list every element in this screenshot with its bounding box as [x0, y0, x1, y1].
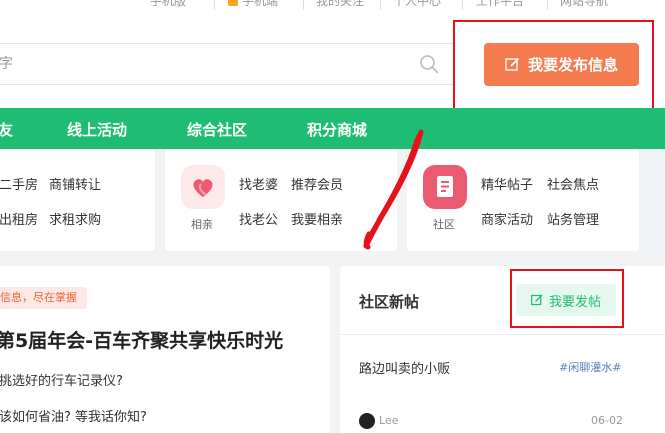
- link-featured-posts[interactable]: 精华帖子: [481, 174, 533, 193]
- news-tag: 信息，尽在掌握: [0, 287, 87, 309]
- topbar-separator: [462, 0, 463, 10]
- nav-item-friends[interactable]: 友: [0, 119, 13, 140]
- edit-icon: [531, 294, 543, 306]
- topbar-separator: [303, 0, 304, 10]
- new-post-button[interactable]: 我要发帖: [516, 284, 616, 316]
- top-bar: 手机版 手机端 我的关注 个人中心 工作平台 网站导航: [0, 0, 665, 20]
- avatar[interactable]: [359, 413, 375, 429]
- topbar-link-sitemap[interactable]: 网站导航: [560, 0, 608, 9]
- topbar-separator: [214, 0, 215, 10]
- news-headline[interactable]: 第5届年会-百车齐聚共享快乐时光: [0, 326, 283, 353]
- header: 我要发布信息: [0, 20, 665, 108]
- link-rental[interactable]: 出租房: [0, 209, 38, 228]
- link-find-wife[interactable]: 找老婆: [239, 174, 278, 193]
- topbar-link-work[interactable]: 工作平台: [476, 0, 524, 9]
- link-blind-date[interactable]: 我要相亲: [291, 209, 343, 228]
- post-author[interactable]: Lee: [379, 414, 398, 427]
- edit-icon: [505, 57, 520, 71]
- link-recommended-members[interactable]: 推荐会员: [291, 174, 343, 193]
- nav-item-points-mall[interactable]: 积分商城: [307, 119, 367, 140]
- document-icon[interactable]: [423, 165, 467, 209]
- main-nav: 友 线上活动 综合社区 积分商城: [0, 108, 665, 149]
- dating-label: 相亲: [191, 218, 213, 231]
- new-posts-title: 社区新帖: [359, 293, 420, 311]
- publish-info-button[interactable]: 我要发布信息: [484, 43, 639, 86]
- house-category-card: [0, 149, 155, 251]
- link-site-admin[interactable]: 站务管理: [547, 209, 599, 228]
- topbar-link-follow[interactable]: 我的关注: [316, 0, 364, 9]
- post-title[interactable]: 路边叫卖的小贩: [359, 358, 450, 377]
- topbar-separator: [380, 0, 381, 10]
- link-find-husband[interactable]: 找老公: [239, 209, 278, 228]
- post-date: 06-02: [591, 414, 623, 427]
- search-box[interactable]: [0, 43, 455, 85]
- nav-item-online-events[interactable]: 线上活动: [67, 119, 127, 140]
- link-merchant-events[interactable]: 商家活动: [481, 209, 533, 228]
- news-item[interactable]: 挑选好的行车记录仪?: [0, 370, 123, 389]
- divider: [340, 334, 665, 335]
- topbar-link-center[interactable]: 个人中心: [393, 0, 441, 9]
- publish-info-label: 我要发布信息: [527, 56, 618, 74]
- nav-item-community[interactable]: 综合社区: [187, 119, 247, 140]
- new-post-label: 我要发帖: [548, 294, 601, 310]
- community-label: 社区: [433, 218, 455, 231]
- post-tag[interactable]: #闲聊灌水#: [559, 359, 621, 375]
- news-item[interactable]: 该如何省油? 等我话你知?: [0, 406, 147, 425]
- topbar-link-mobile[interactable]: 手机版: [150, 0, 186, 9]
- link-social-focus[interactable]: 社会焦点: [547, 174, 599, 193]
- heart-icon[interactable]: [181, 165, 225, 209]
- topbar-separator: [547, 0, 548, 10]
- link-shop-transfer[interactable]: 商铺转让: [49, 174, 101, 193]
- search-icon[interactable]: [419, 54, 439, 74]
- link-seek-rent[interactable]: 求租求购: [49, 209, 101, 228]
- phone-icon: [228, 0, 238, 6]
- topbar-link-app[interactable]: 手机端: [242, 0, 278, 9]
- link-second-hand-house[interactable]: 二手房: [0, 174, 38, 193]
- search-input[interactable]: [0, 54, 399, 74]
